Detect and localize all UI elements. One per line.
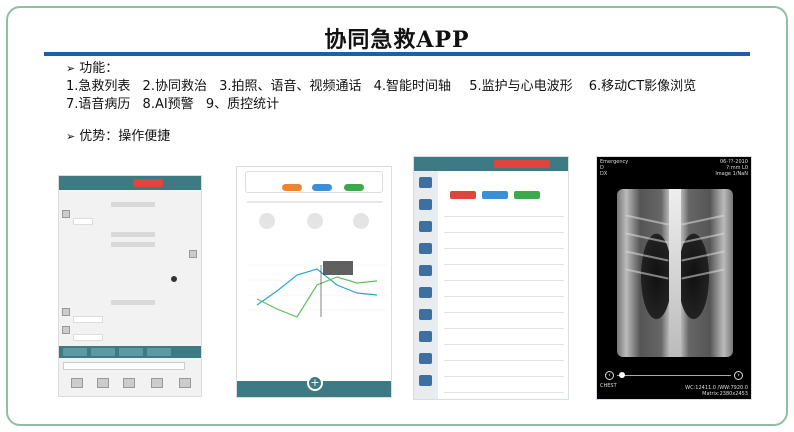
feature-item: 5.监护与心电波形 bbox=[469, 79, 573, 94]
title-underline bbox=[44, 52, 750, 56]
feature-item: 9、质控统计 bbox=[205, 97, 280, 112]
screenshot-collab-chat bbox=[58, 175, 202, 397]
features-line-1: 1.急救列表 2.协同救治 3.拍照、语音、视频通话 4.智能时间轴 5.监护与… bbox=[66, 78, 704, 96]
feature-item: 2.协同救治 bbox=[142, 79, 207, 94]
image-slider[interactable] bbox=[617, 375, 731, 376]
feature-item: 1.急救列表 bbox=[66, 79, 131, 94]
chat-header-bar bbox=[59, 176, 201, 190]
screenshot-checklist bbox=[413, 156, 569, 400]
arrow-bullet-icon: ➢ bbox=[66, 130, 76, 143]
xray-info-bottom-left: CHEST bbox=[600, 383, 617, 389]
chest-xray-image bbox=[617, 189, 733, 357]
feature-item: 3.拍照、语音、视频通话 bbox=[219, 79, 362, 94]
feature-item: 8.AI预警 bbox=[142, 97, 194, 112]
xray-info-bottom-right: WC:12411.0 /WW:7920.0 Matrix:2380x2453 bbox=[685, 385, 748, 397]
features-line-2: 7.语音病历 8.AI预警 9、质控统计 bbox=[66, 96, 287, 114]
vitals-line-chart bbox=[247, 261, 387, 318]
filter-card bbox=[245, 171, 383, 193]
xray-info-top-right: 06-??-2010 ?:mm L0 Image 1/NaN bbox=[715, 159, 748, 177]
prev-image-button[interactable]: ‹ bbox=[605, 371, 614, 380]
tablet-sidebar bbox=[414, 171, 438, 399]
arrow-bullet-icon: ➢ bbox=[66, 62, 76, 75]
cursor-dot-icon bbox=[171, 276, 177, 282]
advantage-line: ➢ 优势：操作便捷 bbox=[66, 129, 171, 144]
alert-pill bbox=[494, 160, 550, 168]
next-image-button[interactable]: › bbox=[734, 371, 743, 380]
message-input[interactable] bbox=[63, 362, 185, 370]
features-heading: ➢ 功能： bbox=[66, 61, 119, 76]
screenshot-ct-viewer: Emergency D DX 06-??-2010 ?:mm L0 Image 1/Na… bbox=[596, 156, 752, 400]
xray-info-top-left: Emergency D DX bbox=[600, 159, 629, 177]
add-fab-button[interactable]: + bbox=[307, 375, 323, 391]
feature-item: 6.移动CT影像浏览 bbox=[588, 79, 697, 94]
screenshot-timeline: + bbox=[236, 166, 392, 398]
quick-action-row bbox=[59, 346, 201, 358]
slide-title: 协同急救APP bbox=[324, 27, 470, 53]
slider-handle[interactable] bbox=[619, 372, 625, 378]
feature-item: 4.智能时间轴 bbox=[373, 79, 452, 94]
feature-item: 7.语音病历 bbox=[66, 97, 131, 112]
alert-pill bbox=[133, 179, 163, 187]
